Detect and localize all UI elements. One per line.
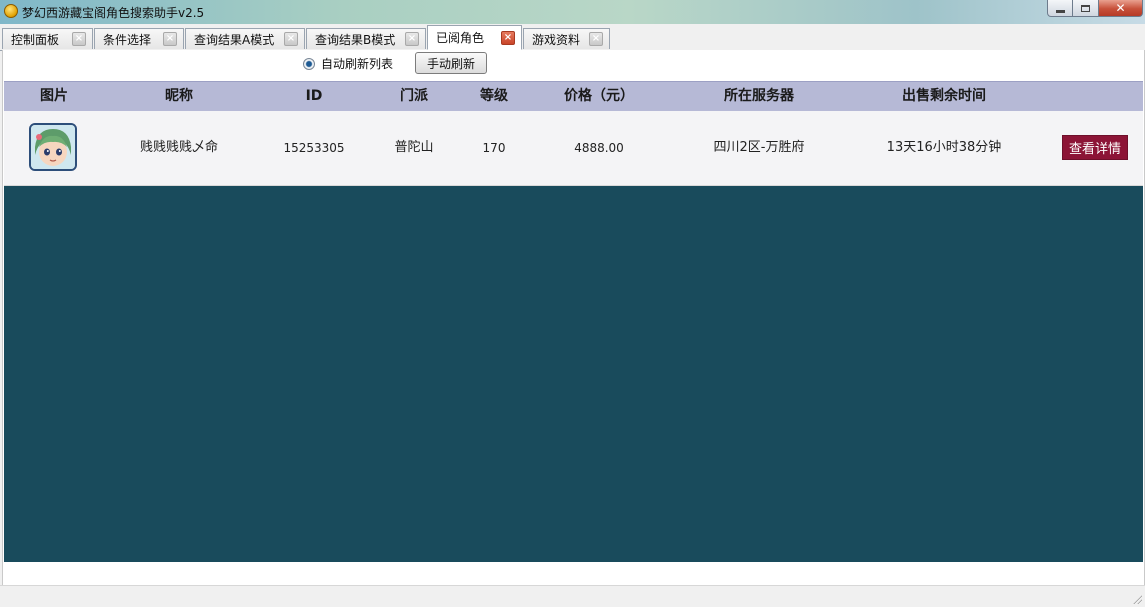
column-header-id: ID xyxy=(305,88,323,104)
auto-refresh-radio[interactable] xyxy=(303,57,315,70)
empty-list-area xyxy=(4,186,1143,562)
window-title: 梦幻西游藏宝阁角色搜索助手v2.5 xyxy=(22,6,205,20)
column-header-school: 门派 xyxy=(400,88,428,104)
tab-label: 控制面板 xyxy=(11,32,60,47)
character-avatar-icon xyxy=(29,123,77,171)
close-window-button[interactable]: ✕ xyxy=(1099,0,1143,17)
refresh-toolbar: 自动刷新列表 手动刷新 xyxy=(3,50,1144,81)
column-header-nickname: 昵称 xyxy=(165,88,193,104)
id-cell: 15253305 xyxy=(283,141,345,155)
column-header-price: 价格（元） xyxy=(564,88,634,104)
column-header-time-left: 出售剩余时间 xyxy=(902,88,986,104)
level-cell: 170 xyxy=(482,141,506,155)
nickname-cell: 贱贱贱贱乄命 xyxy=(139,140,218,155)
tab-close-icon[interactable]: × xyxy=(501,30,515,45)
status-bar xyxy=(0,585,1145,607)
auto-refresh-option[interactable]: 自动刷新列表 xyxy=(303,55,393,72)
resize-grip-icon[interactable] xyxy=(1132,594,1142,604)
table-header: 图片 昵称 ID 门派 等级 价格（元） 所在服务器 出售剩余时间 xyxy=(4,81,1143,112)
tab-label: 查询结果B模式 xyxy=(315,32,396,47)
app-icon xyxy=(4,4,18,18)
server-cell: 四川2区-万胜府 xyxy=(713,140,805,155)
tab-control-panel[interactable]: 控制面板 × xyxy=(2,28,93,49)
tab-close-icon[interactable]: × xyxy=(405,32,419,46)
view-details-button[interactable]: 查看详情 xyxy=(1062,135,1128,160)
close-icon: ✕ xyxy=(1115,1,1126,15)
tab-condition-select[interactable]: 条件选择 × xyxy=(94,28,184,49)
minimize-icon xyxy=(1055,9,1065,13)
tab-label: 已阅角色 xyxy=(436,31,485,45)
table-row[interactable]: 贱贱贱贱乄命 15253305 普陀山 170 4888.00 四川2区-万胜府… xyxy=(4,111,1143,186)
minimize-button[interactable] xyxy=(1047,0,1073,17)
maximize-icon xyxy=(1081,4,1090,12)
column-header-level: 等级 xyxy=(480,88,508,104)
tab-close-icon[interactable]: × xyxy=(589,32,603,46)
column-header-server: 所在服务器 xyxy=(724,88,794,104)
manual-refresh-button[interactable]: 手动刷新 xyxy=(415,52,487,74)
tab-strip: 控制面板 × 条件选择 × 查询结果A模式 × 查询结果B模式 × 已阅角色 ×… xyxy=(0,24,1145,51)
tab-label: 查询结果A模式 xyxy=(194,32,275,47)
school-cell: 普陀山 xyxy=(394,140,434,155)
character-portrait-icon xyxy=(31,125,75,169)
tab-results-a[interactable]: 查询结果A模式 × xyxy=(185,28,305,49)
tab-game-info[interactable]: 游戏资料 × xyxy=(523,28,610,49)
tab-close-icon[interactable]: × xyxy=(163,32,177,46)
tab-close-icon[interactable]: × xyxy=(72,32,86,46)
tab-close-icon[interactable]: × xyxy=(284,32,298,46)
tab-viewed-roles[interactable]: 已阅角色 × xyxy=(427,25,522,50)
auto-refresh-label: 自动刷新列表 xyxy=(321,57,394,71)
price-cell: 4888.00 xyxy=(574,141,624,155)
viewed-roles-panel: 自动刷新列表 手动刷新 图片 昵称 ID 门派 等级 价格（元） 所在服务器 出… xyxy=(2,50,1145,585)
time-left-cell: 13天16小时38分钟 xyxy=(886,140,1002,155)
window-controls: ✕ xyxy=(1047,0,1143,17)
maximize-button[interactable] xyxy=(1073,0,1099,17)
tab-results-b[interactable]: 查询结果B模式 × xyxy=(306,28,426,49)
title-bar: 梦幻西游藏宝阁角色搜索助手v2.5 ✕ xyxy=(0,0,1145,24)
tab-label: 条件选择 xyxy=(103,32,152,47)
tab-label: 游戏资料 xyxy=(532,32,581,47)
column-header-image: 图片 xyxy=(40,88,68,104)
